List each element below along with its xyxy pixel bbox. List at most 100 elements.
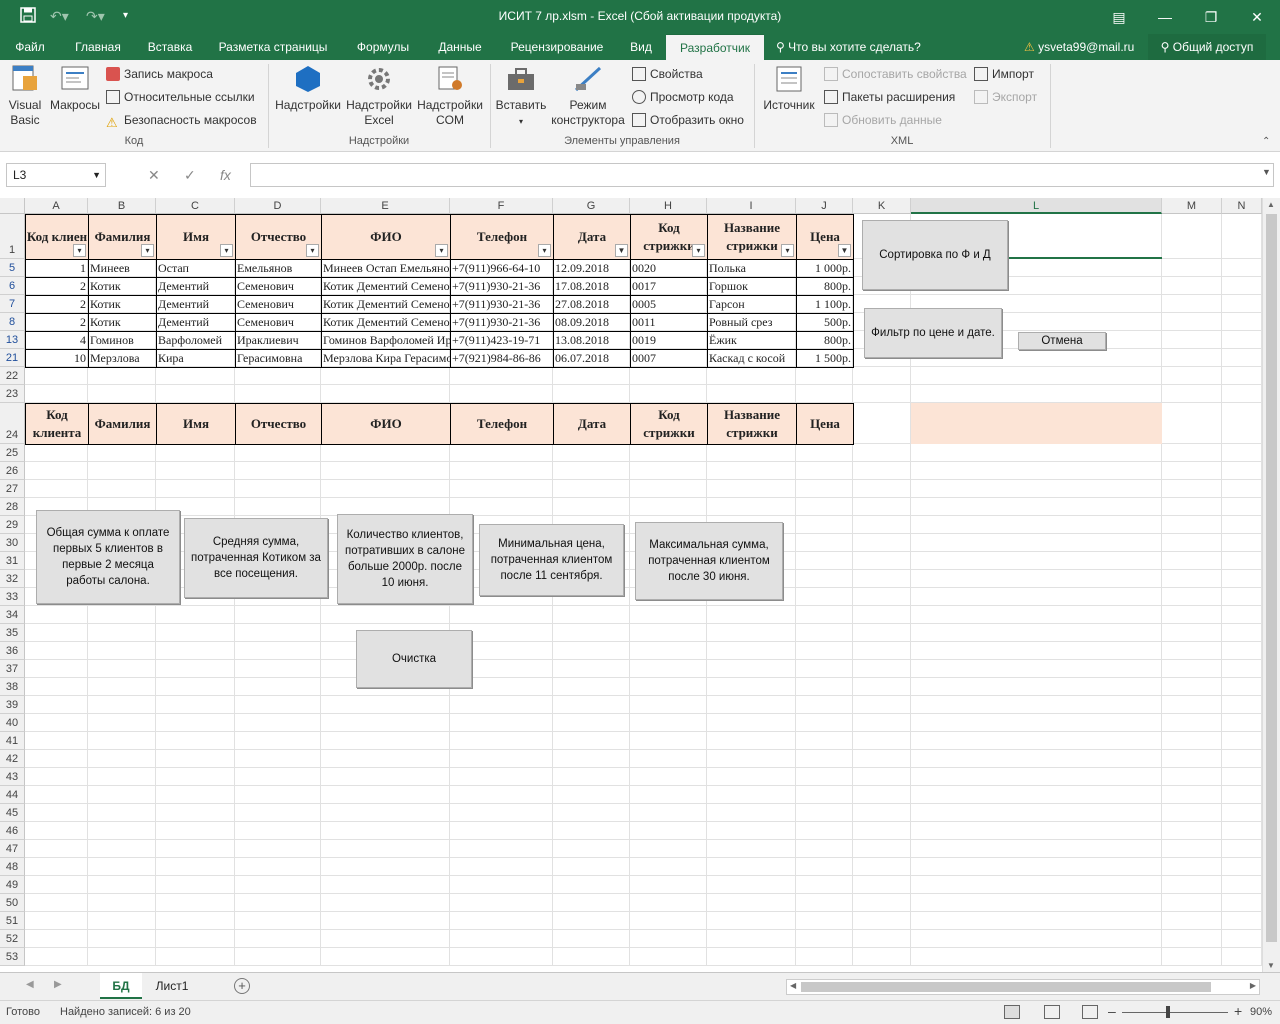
close-button[interactable]: ✕: [1234, 4, 1280, 30]
header-cell[interactable]: Телефон: [450, 403, 554, 445]
row-header[interactable]: 52: [0, 930, 25, 948]
table-cell[interactable]: Кира: [156, 349, 235, 367]
min-price-button[interactable]: Минимальная цена, потраченная клиентом п…: [479, 524, 624, 596]
scroll-down-icon[interactable]: ▼: [1267, 961, 1275, 970]
table-cell[interactable]: 800р.: [796, 277, 853, 295]
refresh-data-button[interactable]: Обновить данные: [824, 110, 942, 130]
table-cell[interactable]: 0007: [630, 349, 707, 367]
row-header[interactable]: 5: [0, 259, 25, 277]
sheet-tab-bd[interactable]: БД: [100, 973, 142, 999]
row-header[interactable]: 42: [0, 750, 25, 768]
row-header[interactable]: 51: [0, 912, 25, 930]
sort-button[interactable]: Сортировка по Ф и Д: [862, 220, 1008, 290]
formula-input[interactable]: [250, 163, 1274, 187]
table-cell[interactable]: 10: [25, 349, 88, 367]
row-header[interactable]: 34: [0, 606, 25, 624]
table-cell[interactable]: Дементий: [156, 277, 235, 295]
filter-dropdown-icon[interactable]: ▾: [141, 244, 154, 257]
tab-review[interactable]: Рецензирование: [498, 34, 616, 60]
table-cell[interactable]: Котик Дементий Семенович: [321, 295, 450, 313]
scroll-up-icon[interactable]: ▲: [1267, 200, 1275, 209]
row-header[interactable]: 13: [0, 331, 25, 349]
filter-dropdown-icon[interactable]: ▾: [538, 244, 551, 257]
column-header[interactable]: G: [553, 198, 630, 214]
row-header[interactable]: 50: [0, 894, 25, 912]
minimize-button[interactable]: —: [1142, 4, 1188, 30]
row-header[interactable]: 43: [0, 768, 25, 786]
row-header[interactable]: 47: [0, 840, 25, 858]
column-header[interactable]: N: [1222, 198, 1262, 214]
tab-data[interactable]: Данные: [428, 34, 492, 60]
table-cell[interactable]: Гоминов: [88, 331, 156, 349]
table-cell[interactable]: Варфоломей: [156, 331, 235, 349]
table-cell[interactable]: Дементий: [156, 295, 235, 313]
table-cell[interactable]: 1 000р.: [796, 259, 853, 277]
select-all-corner[interactable]: [0, 198, 25, 214]
row-header[interactable]: 25: [0, 444, 25, 462]
table-cell[interactable]: 2: [25, 295, 88, 313]
header-cell[interactable]: Код клиента: [25, 403, 89, 445]
count-clients-button[interactable]: Количество клиентов, потративших в салон…: [337, 514, 473, 604]
table-cell[interactable]: Дементий: [156, 313, 235, 331]
total-sum-button[interactable]: Общая сумма к оплате первых 5 клиентов в…: [36, 510, 180, 604]
table-cell[interactable]: Ираклиевич: [235, 331, 321, 349]
cancel-icon[interactable]: ✕: [148, 163, 160, 187]
table-cell[interactable]: Ровный срез: [707, 313, 796, 331]
table-cell[interactable]: 06.07.2018: [553, 349, 630, 367]
average-kotik-button[interactable]: Средняя сумма, потраченная Котиком за вс…: [184, 518, 328, 598]
column-header[interactable]: A: [25, 198, 88, 214]
table-cell[interactable]: Ёжик: [707, 331, 796, 349]
row-header[interactable]: 26: [0, 462, 25, 480]
row-header[interactable]: 48: [0, 858, 25, 876]
row-header[interactable]: 37: [0, 660, 25, 678]
prev-sheet-icon[interactable]: ◀: [26, 979, 34, 990]
collapse-ribbon-icon[interactable]: ⌃: [1262, 136, 1270, 147]
table-cell[interactable]: Котик: [88, 295, 156, 313]
properties-button[interactable]: Свойства: [632, 64, 703, 84]
column-header[interactable]: C: [156, 198, 235, 214]
record-macro-button[interactable]: Запись макроса: [106, 64, 213, 84]
row-header[interactable]: 23: [0, 385, 25, 403]
filter-dropdown-icon[interactable]: ▾: [73, 244, 86, 257]
table-cell[interactable]: Котик: [88, 277, 156, 295]
visual-basic-button[interactable]: Visual Basic: [4, 64, 46, 128]
macro-security-button[interactable]: ⚠ Безопасность макросов: [106, 110, 257, 130]
name-box[interactable]: L3 ▼: [6, 163, 106, 187]
table-cell[interactable]: 800р.: [796, 331, 853, 349]
tell-me-box[interactable]: ⚲ Что вы хотите сделать?: [776, 34, 936, 60]
table-cell[interactable]: Семенович: [235, 277, 321, 295]
share-button[interactable]: ⚲ Общий доступ: [1148, 34, 1266, 60]
table-cell[interactable]: 12.09.2018: [553, 259, 630, 277]
row-header[interactable]: 41: [0, 732, 25, 750]
filter-dropdown-icon[interactable]: ▾: [306, 244, 319, 257]
table-cell[interactable]: Минеев: [88, 259, 156, 277]
header-cell[interactable]: ФИО: [321, 214, 451, 260]
cancel-button[interactable]: Отмена: [1018, 332, 1106, 350]
xml-source-button[interactable]: Источник: [758, 64, 820, 113]
column-header[interactable]: L: [911, 198, 1162, 214]
row-header[interactable]: 8: [0, 313, 25, 331]
table-cell[interactable]: +7(921)984-86-86: [450, 349, 553, 367]
header-cell[interactable]: Цена: [796, 403, 854, 445]
next-sheet-icon[interactable]: ▶: [54, 979, 62, 990]
sheet-tab-list1[interactable]: Лист1: [146, 973, 198, 999]
zoom-slider-thumb[interactable]: [1166, 1006, 1170, 1018]
page-break-view-icon[interactable]: [1082, 1005, 1098, 1019]
tab-home[interactable]: Главная: [64, 34, 132, 60]
chevron-down-icon[interactable]: ▼: [92, 164, 101, 186]
table-cell[interactable]: 2: [25, 277, 88, 295]
table-cell[interactable]: Гоминов Варфоломей Ираклиевич: [321, 331, 450, 349]
filter-active-icon[interactable]: ▼: [838, 244, 851, 257]
horizontal-scrollbar[interactable]: ◀ ▶: [786, 979, 1260, 995]
table-cell[interactable]: +7(911)930-21-36: [450, 313, 553, 331]
filter-button[interactable]: Фильтр по цене и дате.: [864, 308, 1002, 358]
zoom-out-icon[interactable]: –: [1108, 1003, 1116, 1019]
column-header[interactable]: J: [796, 198, 853, 214]
row-header[interactable]: 21: [0, 349, 25, 367]
table-cell[interactable]: Семенович: [235, 313, 321, 331]
table-cell[interactable]: Емельянов: [235, 259, 321, 277]
table-cell[interactable]: 17.08.2018: [553, 277, 630, 295]
com-addins-button[interactable]: Надстройки COM: [416, 64, 484, 128]
expansion-packs-button[interactable]: Пакеты расширения: [824, 87, 955, 107]
tab-view[interactable]: Вид: [620, 34, 662, 60]
